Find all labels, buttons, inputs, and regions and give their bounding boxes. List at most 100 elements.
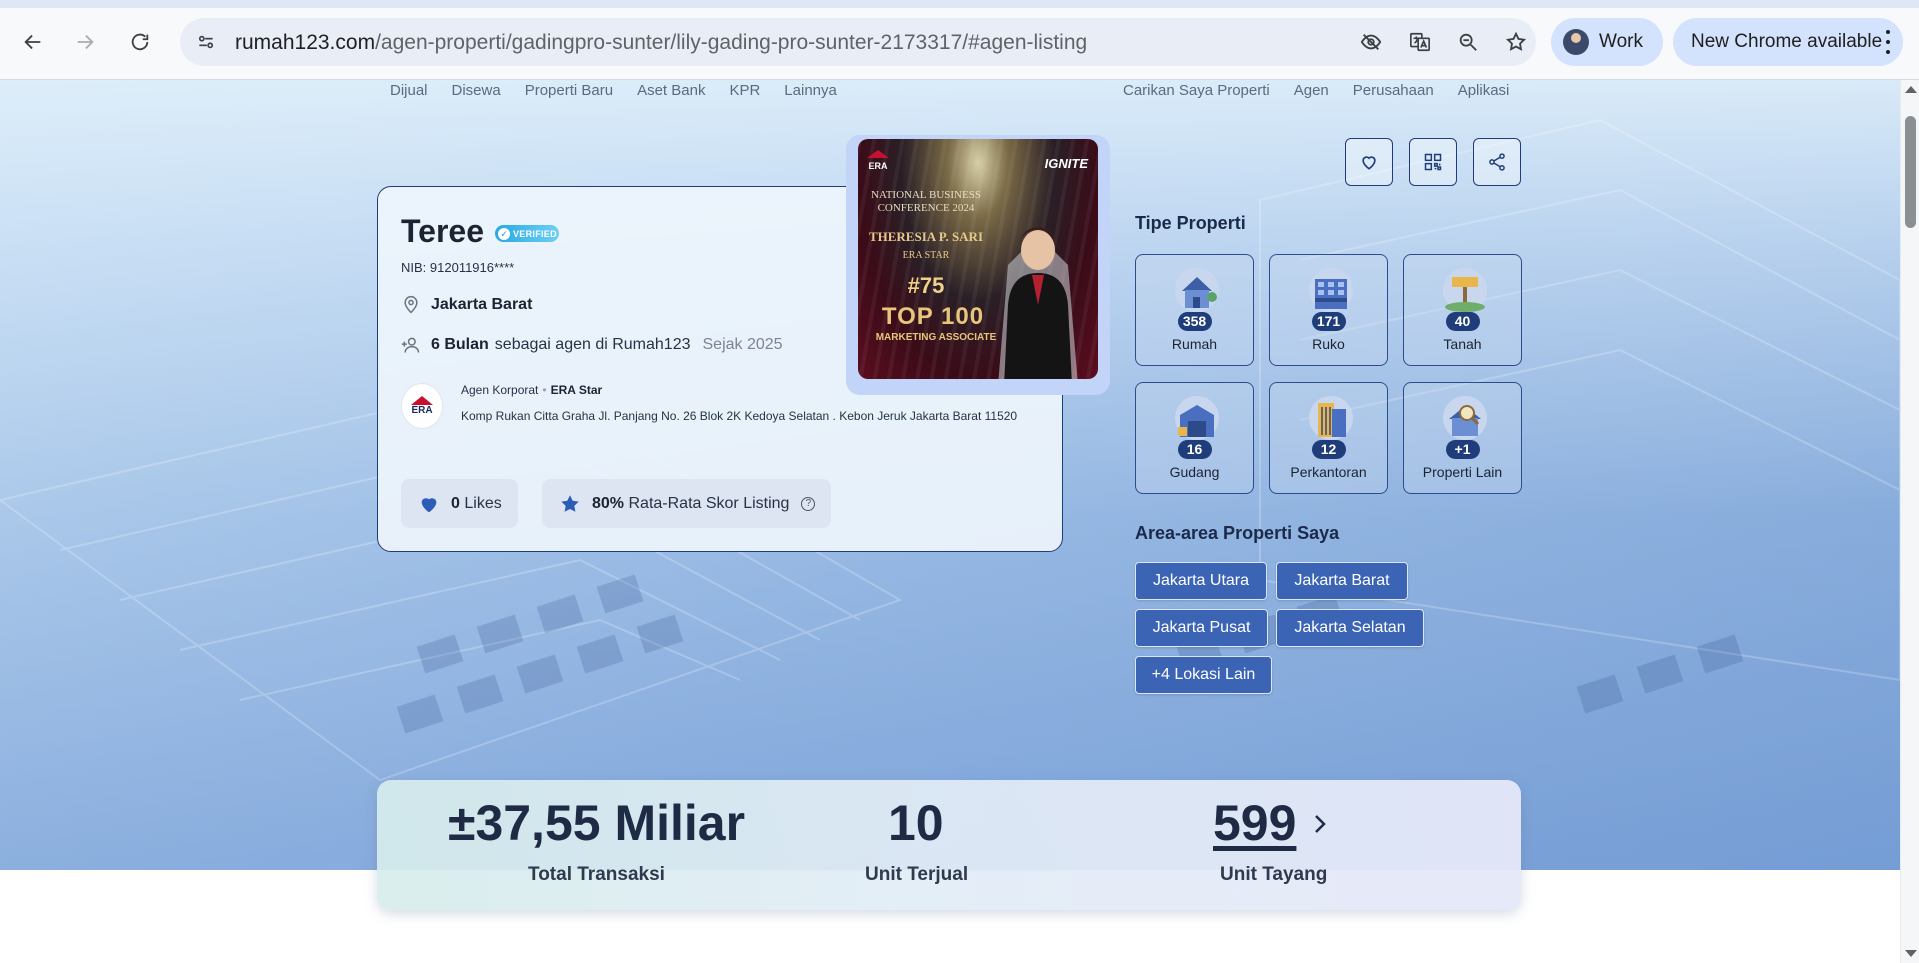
agency-logo-text: ERA — [411, 405, 433, 416]
agent-portrait — [998, 227, 1078, 379]
ptype-properti-lain[interactable]: +1 Properti Lain — [1403, 382, 1522, 494]
ignite-logo: IGNITE — [1044, 156, 1088, 171]
star-icon[interactable] — [1502, 28, 1530, 56]
separator-dot: • — [542, 383, 547, 397]
ptype-perkantoran[interactable]: 12 Perkantoran — [1269, 382, 1388, 494]
back-icon[interactable] — [15, 24, 51, 60]
agent-photo[interactable]: ERA IGNITE NATIONAL BUSINESS CONFERENCE … — [858, 139, 1098, 379]
stat-unit-terjual-label: Unit Terjual — [865, 864, 969, 885]
reload-icon[interactable] — [122, 24, 158, 60]
ptype-label: Tanah — [1443, 336, 1482, 352]
other-property-icon — [1443, 396, 1487, 440]
ptype-rumah[interactable]: 358 Rumah — [1135, 254, 1254, 366]
share-button[interactable] — [1473, 138, 1521, 186]
translate-icon[interactable] — [1406, 28, 1434, 56]
chevron-right-icon[interactable] — [1312, 812, 1328, 836]
land-icon — [1443, 268, 1487, 312]
nav-dijual[interactable]: Dijual — [390, 82, 428, 99]
svg-text:ERA: ERA — [868, 161, 888, 171]
browser-toolbar: rumah123.com/agen-properti/gadingpro-sun… — [0, 0, 1919, 80]
qr-code-button[interactable] — [1409, 138, 1457, 186]
area-jakarta-utara[interactable]: Jakarta Utara — [1135, 562, 1267, 600]
profile-button[interactable]: Work — [1551, 18, 1663, 66]
ptype-tanah[interactable]: 40 Tanah — [1403, 254, 1522, 366]
ptype-ruko[interactable]: 171 Ruko — [1269, 254, 1388, 366]
page-scrollbar[interactable] — [1900, 80, 1919, 963]
location-pin-icon — [404, 295, 418, 314]
award-rank: #75 — [907, 273, 945, 298]
area-jakarta-selatan[interactable]: Jakarta Selatan — [1276, 609, 1424, 647]
agent-location: Jakarta Barat — [401, 295, 532, 315]
location-text: Jakarta Barat — [431, 296, 533, 313]
stat-unit-terjual-value: 10 — [888, 795, 944, 851]
era-logo[interactable]: ERA — [401, 383, 443, 429]
areas-title: Area-area Properti Saya — [1135, 523, 1340, 543]
verified-label: VERIFIED — [513, 228, 557, 239]
nav-agen[interactable]: Agen — [1294, 82, 1329, 99]
agency-name[interactable]: ERA Star — [551, 383, 603, 397]
ptype-gudang[interactable]: 16 Gudang — [1135, 382, 1254, 494]
user-plus-icon — [401, 337, 420, 353]
qr-code-icon — [1424, 153, 1442, 171]
favorite-button[interactable] — [1345, 138, 1393, 186]
more-vert-icon[interactable] — [1885, 30, 1891, 54]
score-pill[interactable]: 80% Rata-Rata Skor Listing ? — [542, 479, 832, 528]
era-mini-logo: ERA — [867, 150, 889, 171]
tab-strip — [0, 0, 1919, 8]
likes-pill[interactable]: 0 Likes — [401, 479, 518, 528]
page-viewport: Dijual Disewa Properti Baru Aset Bank KP… — [0, 80, 1900, 963]
score-value: 80% — [592, 494, 625, 512]
ptype-label: Gudang — [1169, 464, 1220, 480]
eye-slash-icon[interactable] — [1357, 28, 1385, 56]
scroll-thumb[interactable] — [1905, 116, 1916, 228]
area-more-locations[interactable]: +4 Lokasi Lain — [1135, 656, 1272, 694]
ptype-count: +1 — [1445, 440, 1480, 459]
scroll-down-arrow-icon[interactable] — [1905, 950, 1917, 957]
ptype-label: Ruko — [1312, 336, 1345, 352]
likes-count: 0 — [451, 494, 460, 512]
award-office: ERA STAR — [902, 250, 950, 261]
profile-label: Work — [1599, 31, 1643, 52]
stat-total-transaksi-label: Total Transaksi — [528, 864, 665, 885]
check-icon: ✓ — [498, 227, 510, 240]
help-icon[interactable]: ? — [801, 496, 816, 511]
office-icon — [1309, 396, 1353, 440]
url-text[interactable]: rumah123.com/agen-properti/gadingpro-sun… — [235, 31, 1087, 55]
ptype-count: 12 — [1311, 440, 1346, 459]
ptype-label: Perkantoran — [1290, 464, 1367, 480]
ptype-count: 171 — [1311, 312, 1346, 331]
nav-lainnya[interactable]: Lainnya — [784, 82, 837, 99]
nav-properti-baru[interactable]: Properti Baru — [525, 82, 613, 99]
address-bar[interactable]: rumah123.com/agen-properti/gadingpro-sun… — [180, 18, 1536, 66]
scroll-up-arrow-icon[interactable] — [1905, 86, 1917, 93]
award-conference: NATIONAL BUSINESS CONFERENCE 2024 — [871, 189, 981, 214]
agent-stats-bar: ±37,55 Miliar Total Transaksi 10 Unit Te… — [377, 780, 1521, 910]
url-path: /agen-properti/gadingpro-sunter/lily-gad… — [375, 31, 1088, 54]
area-jakarta-barat[interactable]: Jakarta Barat — [1276, 562, 1408, 600]
nav-kpr[interactable]: KPR — [729, 82, 760, 99]
nav-perusahaan[interactable]: Perusahaan — [1353, 82, 1434, 99]
area-jakarta-pusat[interactable]: Jakarta Pusat — [1135, 609, 1268, 647]
agent-name: Teree — [401, 213, 485, 249]
avatar — [1563, 29, 1589, 55]
nav-carikan-saya-properti[interactable]: Carikan Saya Properti — [1123, 82, 1270, 99]
chrome-update-button[interactable]: New Chrome available — [1673, 18, 1903, 66]
house-icon — [1175, 268, 1219, 312]
stat-total-transaksi-value: ±37,55 Miliar — [448, 795, 746, 851]
warehouse-icon — [1175, 396, 1219, 440]
nav-disewa[interactable]: Disewa — [452, 82, 501, 99]
secondary-nav: Carikan Saya Properti Agen Perusahaan Ap… — [1123, 82, 1533, 99]
ptype-label: Properti Lain — [1422, 464, 1503, 480]
site-info-icon[interactable] — [192, 28, 220, 56]
award-category: MARKETING ASSOCIATE — [875, 332, 997, 343]
nav-aplikasi[interactable]: Aplikasi — [1458, 82, 1510, 99]
zoom-icon[interactable] — [1454, 28, 1482, 56]
stat-unit-tayang-value[interactable]: 599 — [1213, 794, 1296, 852]
heart-filled-icon — [421, 497, 437, 512]
nav-aset-bank[interactable]: Aset Bank — [637, 82, 705, 99]
forward-icon[interactable] — [67, 24, 103, 60]
award-person: THERESIA P. SARI — [868, 229, 984, 244]
agency-address: Komp Rukan Citta Graha Jl. Panjang No. 2… — [461, 409, 1018, 423]
award-top: TOP 100 — [881, 303, 985, 330]
heart-icon — [1362, 156, 1376, 170]
